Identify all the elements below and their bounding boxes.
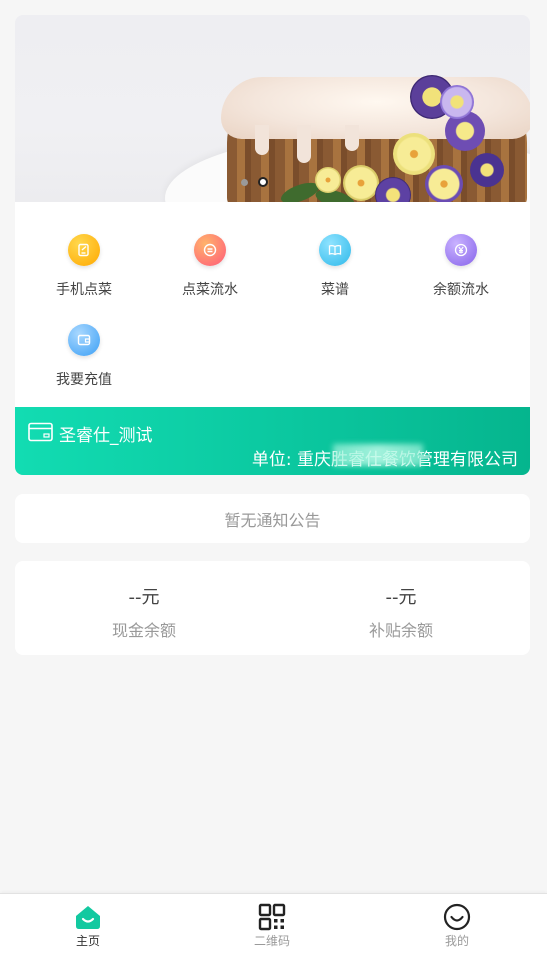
account-card[interactable]: 圣睿仕_测试 单位: 重庆胜睿仕餐饮管理有限公司 [15, 407, 530, 475]
home-page: 手机点菜 点菜流水 菜谱 余额流水 我要充值 圣睿仕_测试 单位: 暂无通知公告… [0, 0, 547, 956]
card-icon [28, 422, 53, 442]
decor-flower [470, 153, 504, 187]
function-menu: 手机点菜 点菜流水 菜谱 余额流水 我要充值 [15, 202, 530, 407]
tab-mine[interactable]: 我的 [397, 902, 517, 949]
notice-bar[interactable]: 暂无通知公告 [15, 494, 530, 543]
balance-record-icon [445, 234, 477, 266]
bottom-tabbar: 主页 二维码 我的 [0, 893, 547, 956]
home-icon [76, 906, 100, 929]
notice-text: 暂无通知公告 [224, 510, 321, 530]
decor-flower [343, 165, 379, 201]
cash-balance-value: --元 [128, 587, 160, 608]
icing-drip [345, 125, 359, 151]
banner-carousel[interactable] [15, 15, 530, 202]
tab-label: 二维码 [253, 934, 290, 948]
decor-flower [425, 165, 463, 202]
account-name: 圣睿仕_测试 [59, 426, 153, 446]
subsidy-balance[interactable]: --元 补贴余额 [272, 583, 530, 641]
tab-label: 我的 [444, 934, 469, 948]
redaction-blur [333, 444, 423, 466]
menu-item-recharge[interactable]: 我要充值 [20, 324, 148, 389]
wallet-icon [68, 324, 100, 356]
recipe-book-icon [319, 234, 351, 266]
menu-item-recipe[interactable]: 菜谱 [271, 234, 399, 299]
tab-label: 主页 [75, 934, 100, 948]
menu-item-label: 余额流水 [433, 282, 489, 298]
menu-item-balance-record[interactable]: 余额流水 [397, 234, 525, 299]
balance-panel: --元 现金余额 --元 补贴余额 [15, 561, 530, 655]
smiley-user-icon [443, 903, 471, 931]
cash-balance[interactable]: --元 现金余额 [15, 583, 273, 641]
menu-item-label: 菜谱 [321, 282, 349, 298]
menu-item-order-record[interactable]: 点菜流水 [146, 234, 274, 299]
decor-flower [440, 85, 474, 119]
tab-home[interactable]: 主页 [28, 902, 148, 949]
menu-item-label: 点菜流水 [182, 282, 238, 298]
menu-item-mobile-order[interactable]: 手机点菜 [20, 234, 148, 299]
menu-item-label: 我要充值 [56, 372, 112, 388]
cash-balance-label: 现金余额 [111, 621, 176, 640]
qrcode-icon [258, 903, 286, 931]
decor-flower [315, 167, 341, 193]
subsidy-balance-label: 补贴余额 [368, 621, 433, 640]
carousel-indicator[interactable] [241, 177, 268, 187]
carousel-dot-active[interactable] [258, 177, 268, 187]
icing-drip [297, 125, 311, 163]
order-icon [68, 234, 100, 266]
order-record-icon [194, 234, 226, 266]
subsidy-balance-value: --元 [385, 587, 417, 608]
tab-qrcode[interactable]: 二维码 [212, 902, 332, 949]
menu-item-label: 手机点菜 [56, 282, 112, 298]
carousel-dot[interactable] [241, 178, 248, 186]
decor-flower [393, 133, 435, 175]
icing-drip [255, 125, 269, 155]
